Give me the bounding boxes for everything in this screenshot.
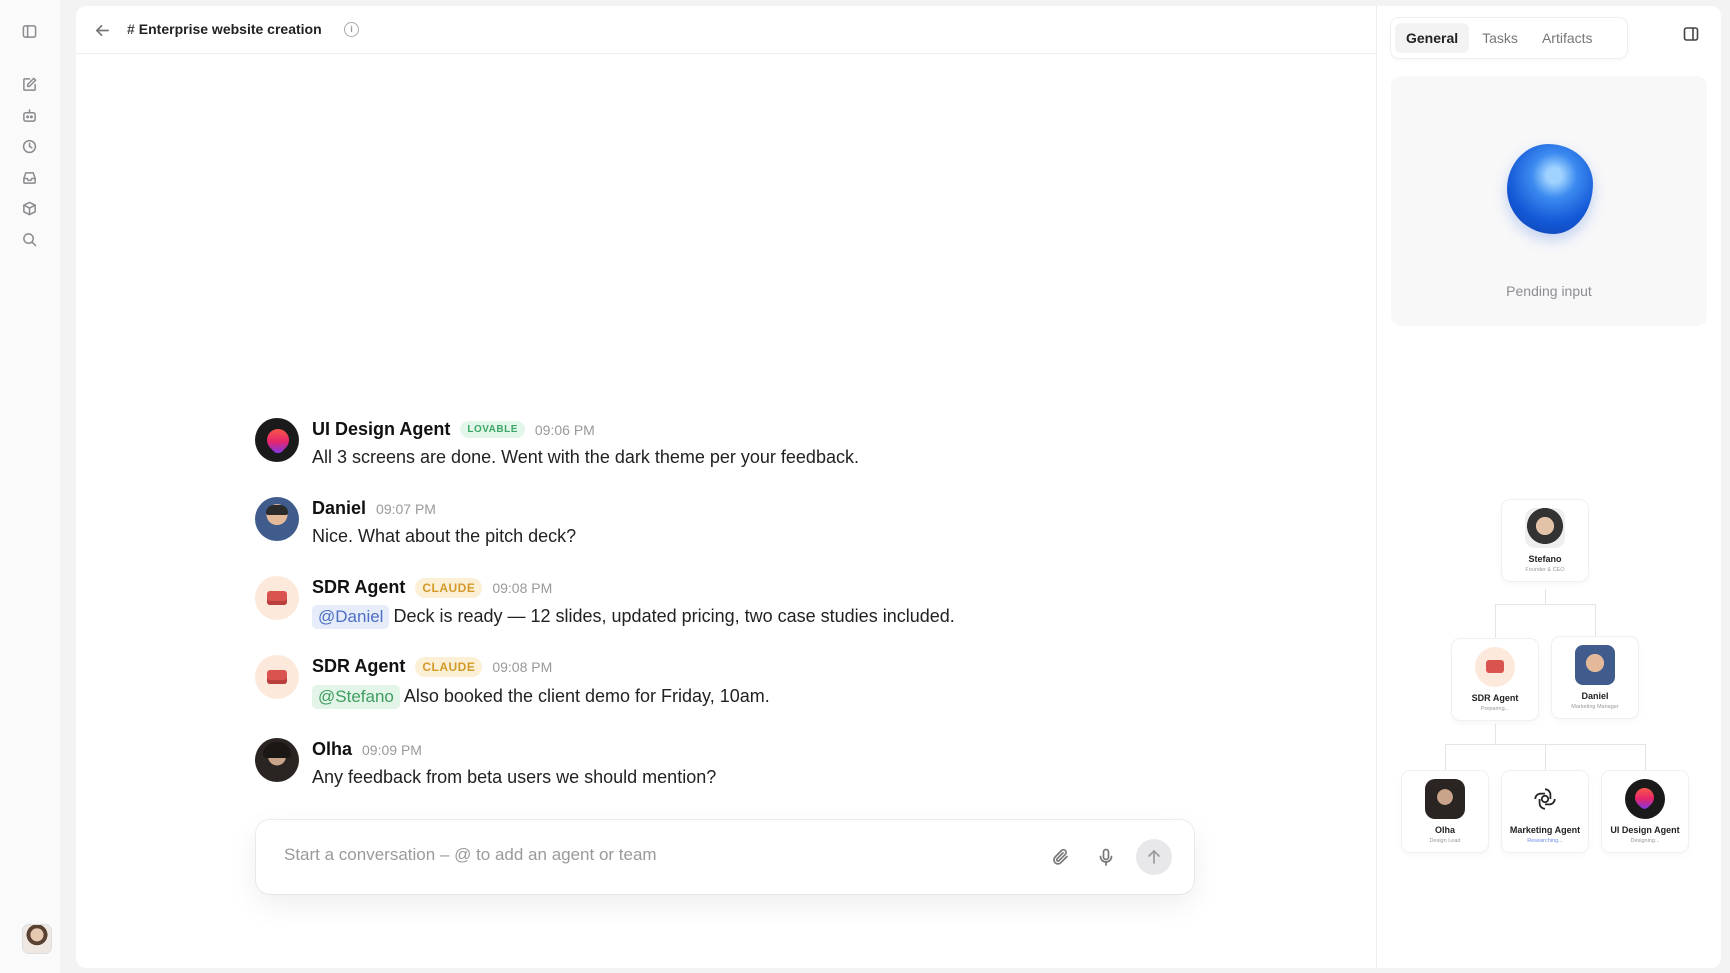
- org-node-daniel[interactable]: Daniel Marketing Manager: [1552, 637, 1638, 718]
- org-node-ui-design-agent[interactable]: UI Design Agent Designing...: [1602, 771, 1688, 852]
- message-composer: [256, 820, 1194, 894]
- sdr-agent-avatar[interactable]: [255, 655, 299, 699]
- org-connector: [1645, 744, 1646, 772]
- model-badge: LOVABLE: [460, 421, 525, 438]
- sidebar-toggle-icon[interactable]: [19, 21, 39, 41]
- org-connector: [1495, 724, 1496, 744]
- channel-title: # Enterprise website creation: [127, 21, 322, 37]
- status-card: Pending input: [1391, 76, 1707, 326]
- compose-icon[interactable]: [19, 74, 39, 94]
- arrow-up-icon: [1148, 850, 1160, 864]
- send-button[interactable]: [1136, 839, 1172, 875]
- chat-panel: # Enterprise website creation i UI Design…: [76, 6, 1376, 968]
- message-time: 09:09 PM: [362, 741, 422, 758]
- message-author[interactable]: Olha: [312, 739, 352, 760]
- org-connector: [1445, 744, 1446, 772]
- status-text: Pending input: [1506, 283, 1592, 299]
- message-time: 09:08 PM: [492, 579, 553, 596]
- mention-chip[interactable]: @Stefano: [312, 685, 400, 709]
- message-input[interactable]: [284, 845, 1004, 865]
- channel-header: # Enterprise website creation i: [76, 6, 1376, 54]
- olha-avatar: [1425, 779, 1465, 819]
- org-node-sdr-agent[interactable]: SDR Agent Preparing...: [1452, 639, 1538, 720]
- daniel-avatar: [1575, 645, 1615, 685]
- panel-tabs: General Tasks Artifacts: [1391, 18, 1627, 58]
- tab-tasks[interactable]: Tasks: [1471, 23, 1529, 53]
- olha-avatar[interactable]: [255, 738, 299, 782]
- sdr-agent-avatar: [1475, 647, 1515, 687]
- agent-orb-icon: [1507, 144, 1593, 234]
- message-time: 09:07 PM: [376, 500, 436, 517]
- attach-icon[interactable]: [1046, 842, 1076, 872]
- message-time: 09:06 PM: [534, 421, 595, 438]
- message-text: @Stefano Also booked the client demo for …: [312, 685, 770, 709]
- model-badge: CLAUDE: [415, 577, 483, 598]
- user-avatar[interactable]: [22, 924, 52, 954]
- message-author[interactable]: SDR Agent: [312, 577, 405, 598]
- message-text: All 3 screens are done. Went with the da…: [312, 447, 859, 467]
- microphone-icon[interactable]: [1091, 842, 1121, 872]
- details-panel: General Tasks Artifacts Pending input St…: [1376, 6, 1721, 968]
- message-text: Any feedback from beta users we should m…: [312, 767, 717, 787]
- message-author[interactable]: UI Design Agent: [312, 419, 450, 440]
- openai-logo-icon: [1525, 779, 1565, 819]
- org-connector: [1595, 604, 1596, 640]
- org-connector: [1545, 589, 1546, 604]
- search-icon[interactable]: [19, 229, 39, 249]
- org-node-olha[interactable]: Olha Design Lead: [1402, 771, 1488, 852]
- ui-design-agent-avatar[interactable]: [255, 418, 299, 462]
- message-time: 09:08 PM: [492, 658, 553, 675]
- left-rail: [0, 0, 60, 973]
- hash-icon: #: [127, 21, 135, 37]
- panel-toggle-icon[interactable]: [1683, 26, 1701, 44]
- org-node-marketing-agent[interactable]: Marketing Agent Researching...: [1502, 771, 1588, 852]
- agent-icon[interactable]: [19, 105, 39, 125]
- org-connector: [1495, 604, 1595, 605]
- message-author[interactable]: Daniel: [312, 498, 366, 519]
- tab-general[interactable]: General: [1395, 23, 1470, 53]
- daniel-avatar[interactable]: [255, 497, 299, 541]
- back-arrow-icon[interactable]: [92, 20, 112, 40]
- message-text: Nice. What about the pitch deck?: [312, 526, 577, 546]
- info-icon[interactable]: i: [344, 22, 359, 37]
- org-node-stefano[interactable]: Stefano Founder & CEO: [1502, 500, 1588, 581]
- model-badge: CLAUDE: [415, 656, 483, 677]
- package-icon[interactable]: [19, 198, 39, 218]
- ui-design-agent-avatar: [1625, 779, 1665, 819]
- history-icon[interactable]: [19, 136, 39, 156]
- inbox-icon[interactable]: [19, 167, 39, 187]
- message-text: @Daniel Deck is ready — 12 slides, update…: [312, 605, 955, 629]
- stefano-avatar: [1525, 508, 1565, 548]
- tab-artifacts[interactable]: Artifacts: [1531, 23, 1604, 53]
- mention-chip[interactable]: @Daniel: [312, 605, 390, 629]
- sdr-agent-avatar[interactable]: [255, 576, 299, 620]
- org-connector: [1545, 744, 1546, 772]
- org-connector: [1495, 604, 1496, 640]
- message-author[interactable]: SDR Agent: [312, 656, 405, 677]
